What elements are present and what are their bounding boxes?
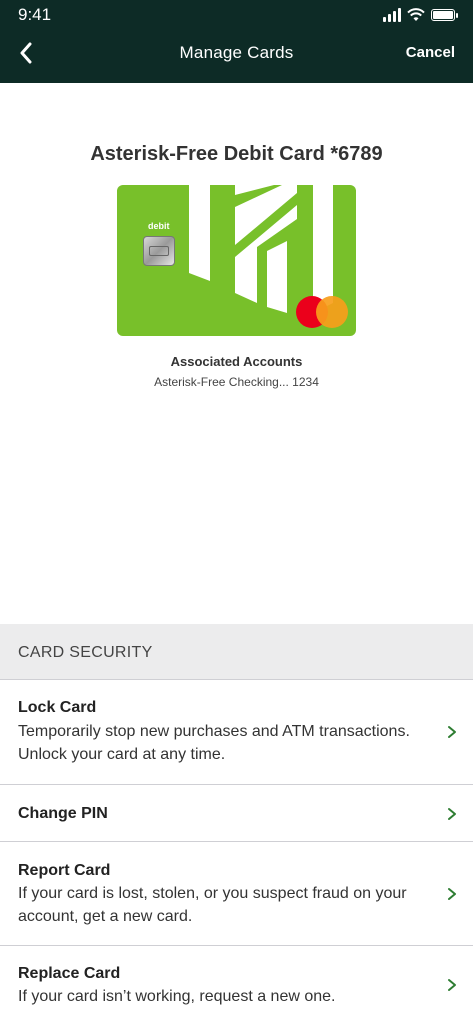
cellular-signal-icon: [383, 8, 401, 22]
section-title: CARD SECURITY: [18, 644, 153, 661]
row-label: Replace Card: [18, 965, 121, 982]
row-label: Change PIN: [18, 805, 108, 822]
status-time: 9:41: [18, 5, 52, 24]
row-description: If your card isn’t working, request a ne…: [18, 988, 336, 1005]
associated-account-item: Asterisk-Free Checking... 1234: [154, 375, 319, 389]
card-title: Asterisk-Free Debit Card *6789: [90, 143, 383, 165]
page-title: Manage Cards: [179, 43, 294, 62]
lock-card-row[interactable]: Lock Card Temporarily stop new purchases…: [0, 680, 473, 785]
chevron-right-icon: [448, 808, 456, 820]
battery-icon: [431, 9, 458, 21]
card-type-label: debit: [148, 221, 170, 231]
top-bar: 9:41 Manage Cards Cancel: [0, 0, 473, 83]
chevron-right-icon: [448, 726, 456, 738]
debit-card-image: debit: [117, 185, 356, 336]
card-security-section-header: CARD SECURITY: [0, 624, 473, 680]
row-label: Lock Card: [18, 699, 97, 716]
row-label: Report Card: [18, 862, 111, 879]
wifi-icon: [407, 8, 425, 21]
chevron-right-icon: [448, 979, 456, 991]
status-icons: [383, 7, 458, 23]
cancel-button[interactable]: Cancel: [406, 44, 455, 61]
chevron-right-icon: [448, 888, 456, 900]
card-chip-icon: [143, 236, 175, 266]
report-card-row[interactable]: Report Card If your card is lost, stolen…: [0, 842, 473, 946]
mastercard-logo-icon: [296, 296, 348, 328]
row-description: If your card is lost, stolen, or you sus…: [18, 885, 407, 925]
replace-card-row[interactable]: Replace Card If your card isn’t working,…: [0, 946, 473, 1024]
change-pin-row[interactable]: Change PIN: [0, 785, 473, 842]
row-description: Temporarily stop new purchases and ATM t…: [18, 723, 410, 763]
associated-accounts-heading: Associated Accounts: [170, 354, 303, 369]
